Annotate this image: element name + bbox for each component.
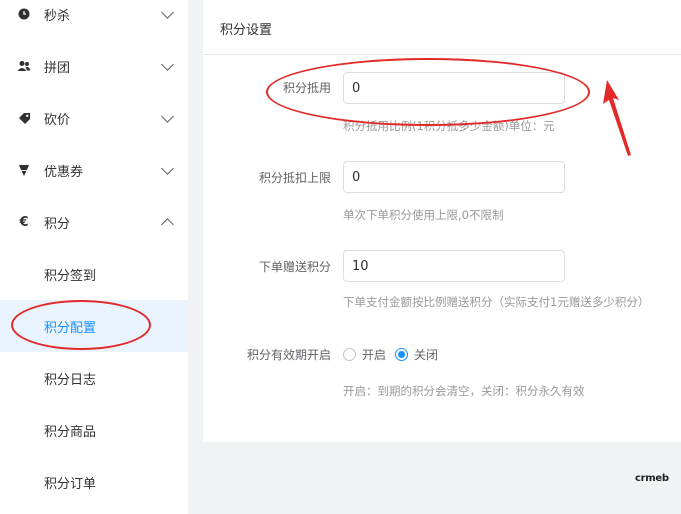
annotation-ellipse-menu (11, 300, 151, 350)
sidebar-subitem-label: 积分订单 (44, 476, 97, 492)
chevron-up-icon (161, 218, 174, 231)
order-gift-points-label: 下单赠送积分 (258, 260, 331, 274)
points-expiry-help: 开启：到期的积分会清空，关闭：积分永久有效 (343, 384, 585, 398)
expiry-on-radio[interactable]: 开启 (343, 346, 386, 363)
sidebar-item-seckill[interactable]: 秒杀 (0, 0, 188, 40)
sidebar-item-group-buy[interactable]: 拼团 (0, 40, 188, 92)
sidebar-item-label: 拼团 (44, 60, 71, 76)
euro-icon: € (19, 214, 29, 230)
sidebar-subitem-points-orders[interactable]: 积分订单 (0, 456, 188, 508)
sidebar-subitem-points-log[interactable]: 积分日志 (0, 352, 188, 404)
points-expiry-label: 积分有效期开启 (246, 348, 331, 362)
sidebar: 秒杀 拼团 砍价 优惠券 € 积分 积分签到 积分配置 积分日志 积分商品 积分… (0, 0, 188, 514)
panel-header: 积分设置 (203, 0, 681, 55)
coupon-icon (17, 163, 31, 177)
clock-icon (17, 7, 31, 21)
annotation-ellipse-field (266, 58, 590, 126)
radio-circle (343, 348, 356, 361)
sidebar-item-label: 秒杀 (44, 8, 71, 24)
page-title: 积分设置 (220, 23, 273, 38)
order-gift-points-input[interactable] (343, 250, 565, 282)
expiry-off-radio[interactable]: 关闭 (395, 346, 438, 363)
sidebar-item-label: 砍价 (44, 112, 71, 128)
radio-circle (395, 348, 408, 361)
group-users-icon (17, 59, 31, 73)
annotation-arrow-icon (603, 80, 631, 156)
chevron-down-icon (161, 162, 174, 175)
sidebar-subitem-label: 积分商品 (44, 424, 97, 440)
sidebar-subitem-points-signin[interactable]: 积分签到 (0, 248, 188, 300)
order-gift-points-help: 下单支付金额按比例赠送积分（实际支付1元赠送多少积分） (343, 295, 650, 309)
sidebar-item-bargain[interactable]: 砍价 (0, 92, 188, 144)
sidebar-item-label: 积分 (44, 216, 71, 232)
points-deduction-limit-input[interactable] (343, 161, 565, 193)
sidebar-subitem-label: 积分日志 (44, 372, 97, 388)
sidebar-item-points[interactable]: € 积分 (0, 196, 188, 248)
sidebar-item-coupon[interactable]: 优惠券 (0, 144, 188, 196)
sidebar-item-label: 优惠券 (44, 164, 84, 180)
radio-label: 关闭 (414, 348, 439, 362)
points-deduction-limit-help: 单次下单积分使用上限,0不限制 (343, 208, 504, 222)
chevron-down-icon (161, 110, 174, 123)
chevron-down-icon (161, 58, 174, 71)
crmeb-logo: crmeb (635, 473, 669, 484)
tag-icon (17, 111, 31, 125)
sidebar-subitem-points-goods[interactable]: 积分商品 (0, 404, 188, 456)
sidebar-subitem-label: 积分签到 (44, 268, 97, 284)
points-deduction-limit-label: 积分抵扣上限 (258, 171, 331, 185)
radio-label: 开启 (362, 348, 387, 362)
chevron-down-icon (161, 6, 174, 19)
